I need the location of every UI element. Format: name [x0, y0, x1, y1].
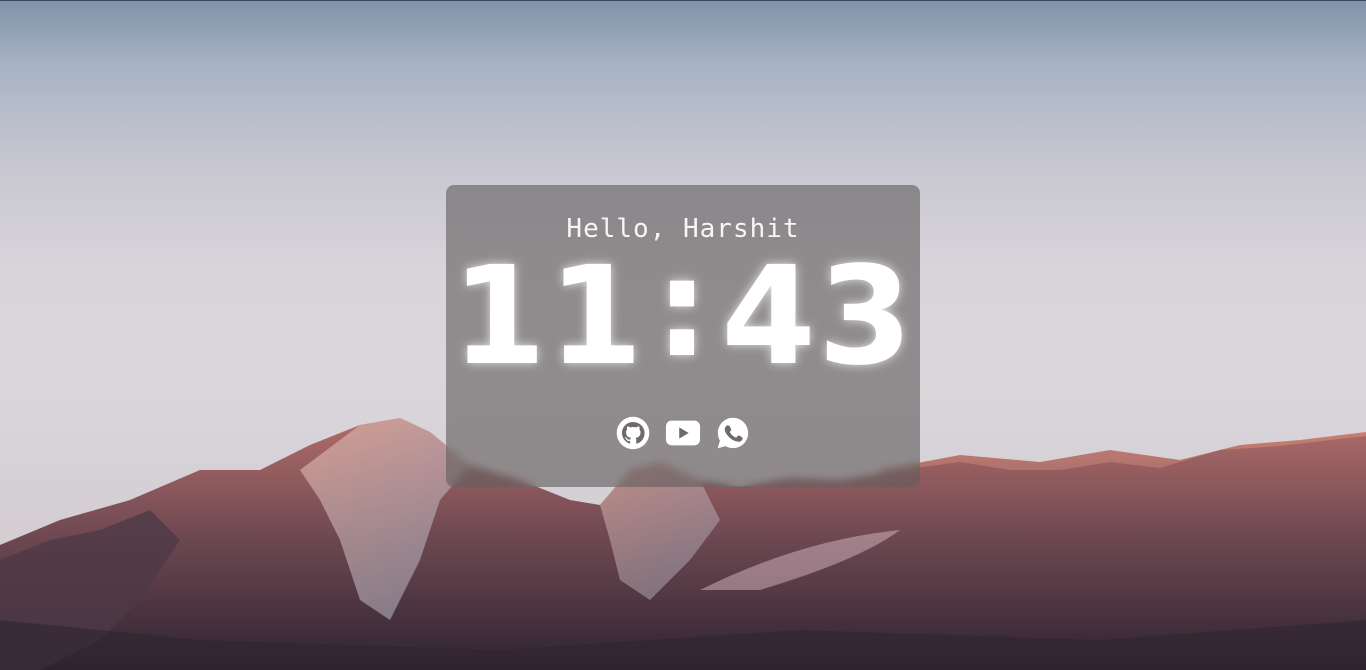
- clock-separator: :: [654, 230, 712, 388]
- github-link[interactable]: [615, 415, 651, 451]
- whatsapp-link[interactable]: [715, 415, 751, 451]
- clock-display: 11:43: [446, 239, 920, 387]
- clock-minutes: 43: [721, 238, 915, 396]
- greeting-card: Hello, Harshit 11:43: [446, 185, 920, 487]
- top-border: [0, 0, 1366, 1]
- github-icon: [616, 416, 650, 450]
- youtube-link[interactable]: [665, 415, 701, 451]
- clock-hours: 11: [451, 238, 645, 396]
- whatsapp-icon: [717, 417, 749, 449]
- youtube-icon: [665, 420, 701, 446]
- social-links: [446, 415, 920, 451]
